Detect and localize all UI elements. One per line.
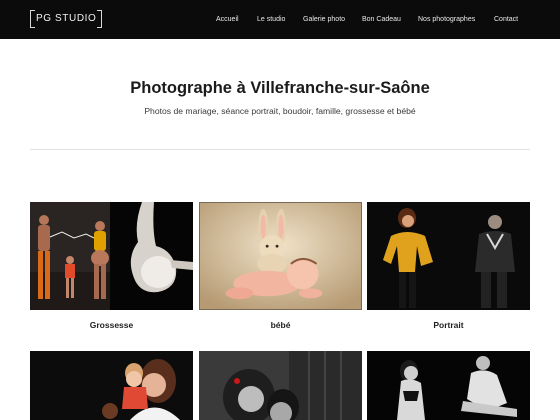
nav-bon-cadeau[interactable]: Bon Cadeau [362,0,401,39]
category-portrait[interactable]: Portrait [367,320,530,330]
nav-le-studio[interactable]: Le studio [257,0,285,39]
nav-galerie-photo[interactable]: Galerie photo [303,0,345,39]
gallery-photo-couple[interactable] [199,351,362,420]
nav-accueil[interactable]: Accueil [216,0,239,39]
section-divider [30,149,530,150]
nav-nos-photographes[interactable]: Nos photographes [418,0,475,39]
gallery-photo-bebe[interactable] [199,202,362,310]
gallery-photo-grossesse[interactable] [30,202,193,310]
gallery-photo-portrait[interactable] [367,202,530,310]
category-bebe[interactable]: bébé [199,320,362,330]
page-title: Photographe à Villefranche-sur-Saône [130,79,430,97]
category-grossesse[interactable]: Grossesse [30,320,193,330]
gallery-photo-famille[interactable] [30,351,193,420]
studio-logo[interactable]: PG STUDIO [30,10,103,28]
site-header: PG STUDIO Accueil Le studio Galerie phot… [0,0,560,39]
gallery-photo-boudoir[interactable] [367,351,530,420]
page-subtitle: Photos de mariage, séance portrait, boud… [144,106,416,116]
nav-contact[interactable]: Contact [494,0,518,39]
logo-text: PG STUDIO [36,13,97,24]
